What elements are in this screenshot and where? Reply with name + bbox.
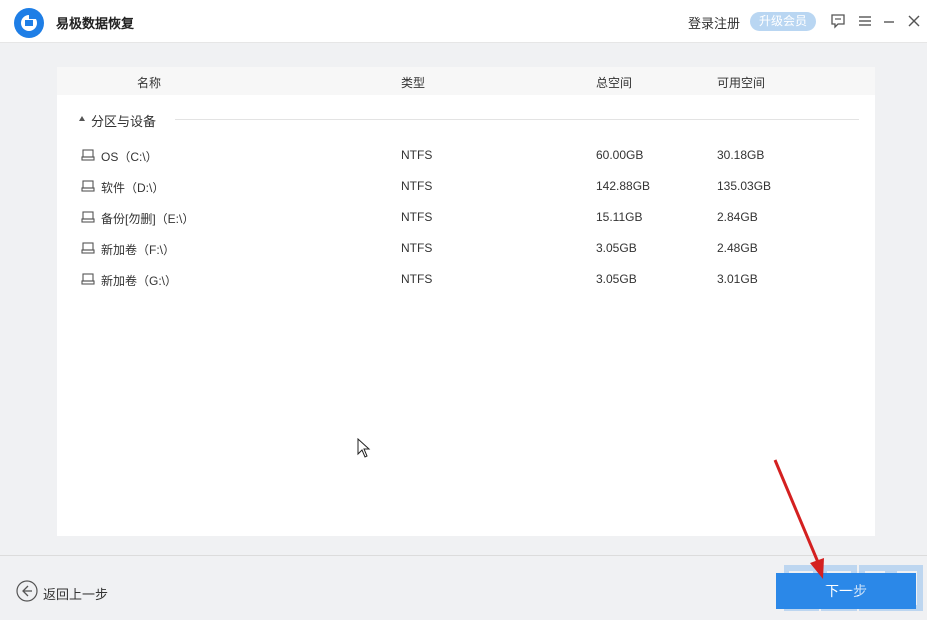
drive-name: 新加卷（F:\） [101, 243, 175, 257]
table-row[interactable]: 软件（D:\） NTFS 142.88GB 135.03GB [57, 171, 875, 202]
partition-panel: 名称 类型 总空间 可用空间 分区与设备 OS（C:\） NTFS 60.00G… [57, 67, 875, 536]
app-logo-icon [14, 8, 44, 38]
back-label[interactable]: 返回上一步 [43, 584, 108, 603]
drive-name: OS（C:\） [101, 150, 158, 164]
drive-name: 软件（D:\） [101, 181, 165, 195]
title-bar: 易极数据恢复 登录注册 升级会员 [0, 0, 927, 43]
drive-free: 2.48GB [717, 241, 758, 255]
header-free-space[interactable]: 可用空间 [717, 74, 765, 91]
drive-total: 142.88GB [596, 179, 651, 193]
menu-icon[interactable] [856, 12, 874, 30]
hard-drive-icon [81, 148, 95, 162]
collapse-triangle-icon[interactable] [79, 116, 85, 121]
table-row[interactable]: 新加卷（G:\） NTFS 3.05GB 3.01GB [57, 264, 875, 295]
header-total-space[interactable]: 总空间 [596, 74, 632, 91]
table-row[interactable]: 备份[勿删]（E:\） NTFS 15.11GB 2.84GB [57, 202, 875, 233]
drive-type: NTFS [401, 148, 433, 162]
drive-total: 3.05GB [596, 241, 637, 255]
table-row[interactable]: 新加卷（F:\） NTFS 3.05GB 2.48GB [57, 233, 875, 264]
drive-total: 60.00GB [596, 148, 644, 162]
drive-free: 2.84GB [717, 210, 758, 224]
header-name[interactable]: 名称 [137, 74, 161, 91]
drive-type: NTFS [401, 241, 433, 255]
header-type[interactable]: 类型 [401, 74, 425, 91]
table-row[interactable]: OS（C:\） NTFS 60.00GB 30.18GB [57, 140, 875, 171]
hard-drive-icon [81, 241, 95, 255]
drive-free: 135.03GB [717, 179, 772, 193]
feedback-icon[interactable] [829, 12, 847, 30]
close-icon[interactable] [905, 12, 923, 30]
hard-drive-icon [81, 272, 95, 286]
mouse-pointer-icon [357, 437, 371, 458]
drive-free: 30.18GB [717, 148, 765, 162]
group-partitions-devices[interactable]: 分区与设备 [79, 110, 859, 130]
drive-name: 新加卷（G:\） [101, 274, 178, 288]
group-divider [175, 119, 859, 120]
login-register-link[interactable]: 登录注册 [688, 13, 740, 32]
drive-total: 15.11GB [596, 210, 643, 224]
drive-type: NTFS [401, 272, 433, 286]
table-header: 名称 类型 总空间 可用空间 [57, 67, 875, 95]
drive-type: NTFS [401, 210, 433, 224]
upgrade-vip-button[interactable]: 升级会员 [750, 12, 816, 31]
drive-name: 备份[勿删]（E:\） [101, 212, 195, 226]
back-arrow-icon[interactable] [16, 580, 38, 602]
app-title: 易极数据恢复 [56, 16, 135, 31]
bottom-bar: 返回上一步 下一步 [0, 555, 927, 620]
minimize-icon[interactable] [880, 12, 898, 30]
next-step-button[interactable]: 下一步 [776, 573, 916, 609]
hard-drive-icon [81, 179, 95, 193]
drive-free: 3.01GB [717, 272, 758, 286]
hard-drive-icon [81, 210, 95, 224]
group-label: 分区与设备 [91, 114, 157, 129]
drive-total: 3.05GB [596, 272, 637, 286]
drive-type: NTFS [401, 179, 433, 193]
